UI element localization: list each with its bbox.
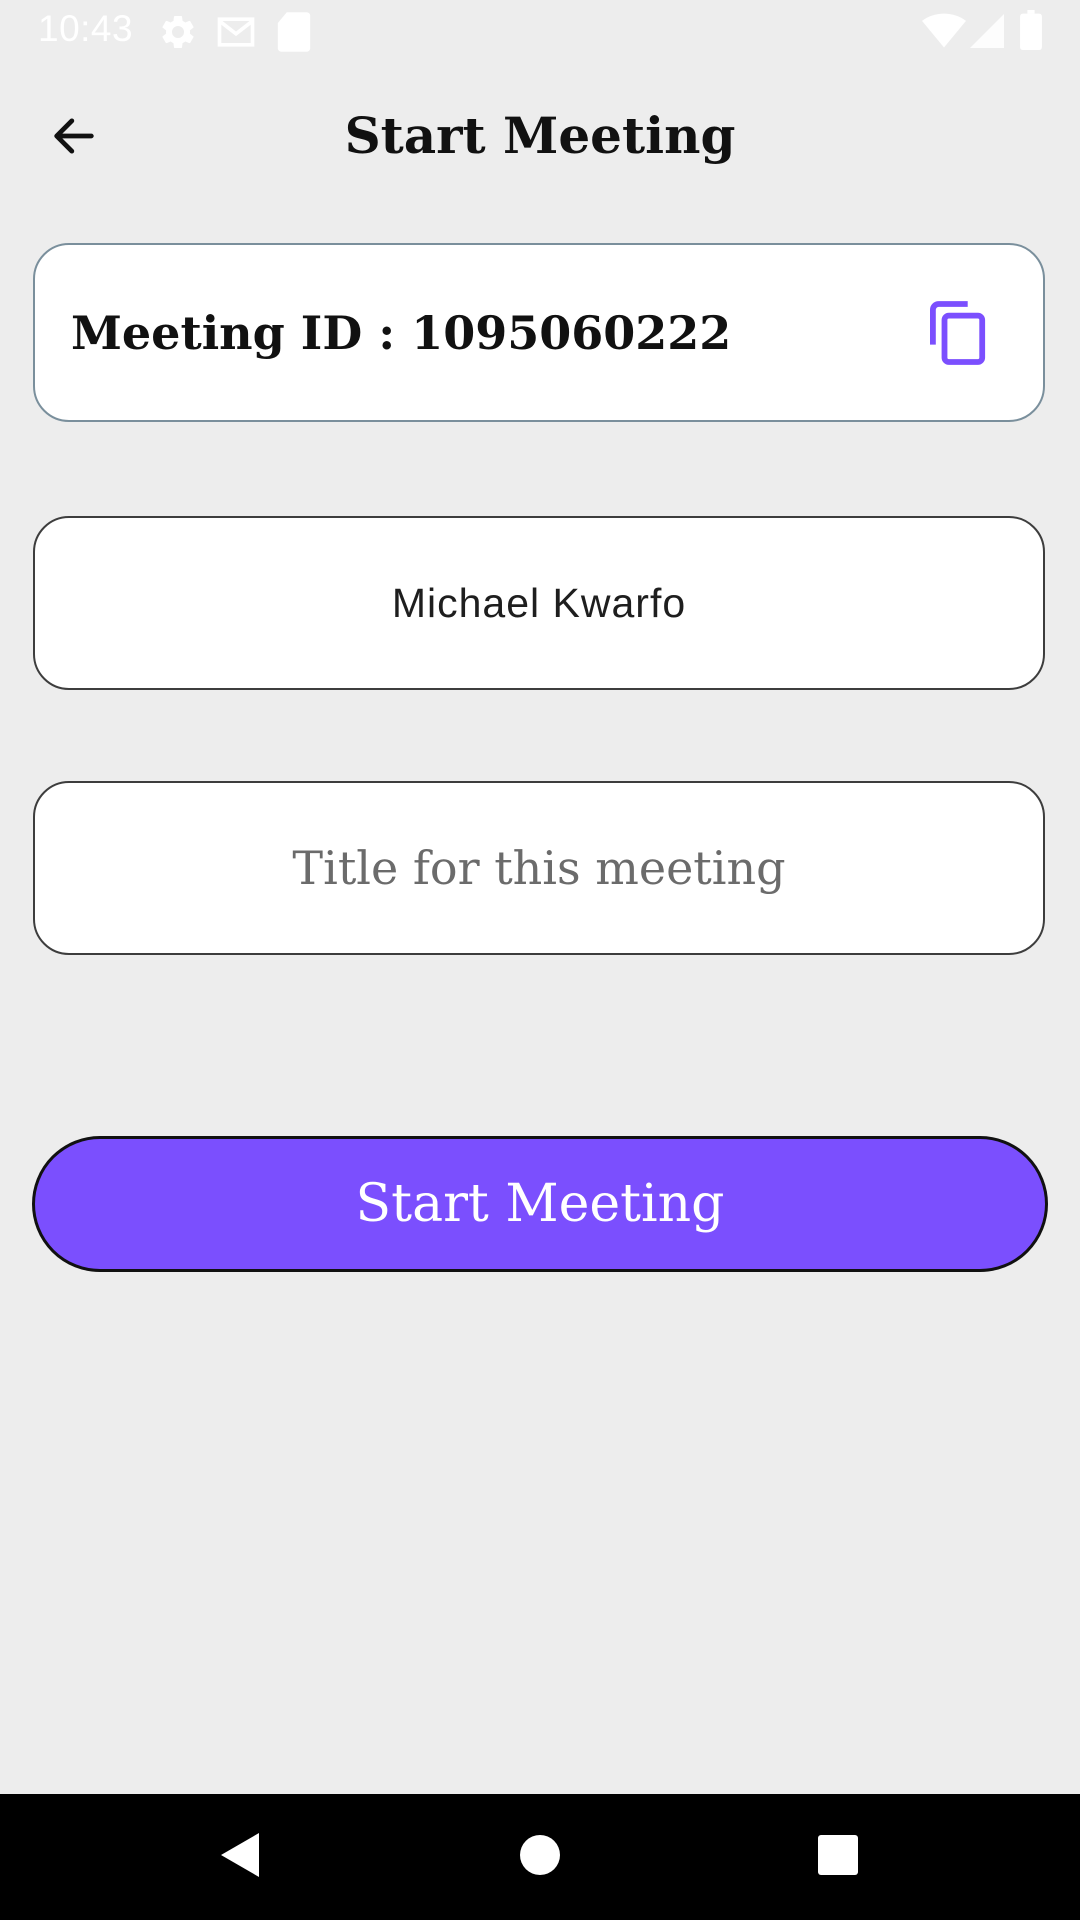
copy-button[interactable] xyxy=(923,299,995,371)
status-time: 10:43 xyxy=(38,8,134,49)
meeting-title-input[interactable] xyxy=(35,841,1043,895)
battery-icon xyxy=(1020,10,1042,55)
start-meeting-button[interactable]: Start Meeting xyxy=(32,1136,1048,1272)
home-circle-icon xyxy=(520,1834,560,1880)
meeting-id-card: Meeting ID : 1095060222 xyxy=(33,243,1045,422)
sd-card-icon xyxy=(276,10,312,59)
meeting-id-text: Meeting ID : 1095060222 xyxy=(71,306,732,360)
cell-signal-icon xyxy=(970,14,1004,53)
nav-back-button[interactable] xyxy=(204,1822,274,1892)
gear-icon xyxy=(158,10,198,59)
nav-home-button[interactable] xyxy=(505,1822,575,1892)
name-field[interactable] xyxy=(33,516,1045,690)
back-triangle-icon xyxy=(217,1831,261,1884)
name-input[interactable] xyxy=(35,579,1043,627)
gmail-icon xyxy=(214,10,258,59)
nav-recents-button[interactable] xyxy=(803,1822,873,1892)
copy-icon xyxy=(930,300,988,370)
page-title: Start Meeting xyxy=(344,106,736,165)
recents-square-icon xyxy=(818,1834,858,1880)
meeting-title-field[interactable] xyxy=(33,781,1045,955)
wifi-icon xyxy=(922,12,966,55)
status-bar: 10:43 xyxy=(0,0,1080,63)
navigation-bar xyxy=(0,1794,1080,1920)
